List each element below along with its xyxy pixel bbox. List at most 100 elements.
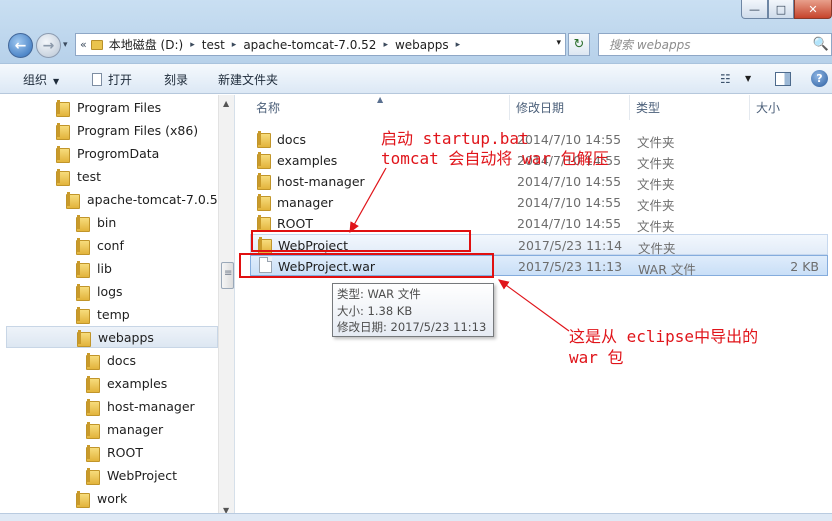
column-divider[interactable] bbox=[749, 95, 750, 120]
tree-item[interactable]: webapps bbox=[6, 326, 218, 348]
tree-item[interactable]: bin bbox=[76, 211, 116, 233]
file-type: 文件夹 bbox=[637, 156, 675, 171]
tree-item[interactable]: test bbox=[56, 165, 101, 187]
column-divider[interactable] bbox=[629, 95, 630, 120]
view-options-icon[interactable]: ☷ bbox=[720, 72, 731, 86]
tree-item[interactable]: Program Files (x86) bbox=[56, 119, 198, 141]
tree-item[interactable]: temp bbox=[76, 303, 130, 325]
file-info-tooltip: 类型: WAR 文件 大小: 1.38 KB 修改日期: 2017/5/23 1… bbox=[332, 283, 494, 337]
folder-icon bbox=[76, 283, 90, 301]
file-row[interactable]: docs 2014/7/10 14:55 文件夹 bbox=[250, 129, 828, 150]
folder-icon bbox=[76, 490, 90, 508]
tree-item[interactable]: lib bbox=[76, 257, 112, 279]
tree-item-label: webapps bbox=[98, 329, 154, 345]
folder-icon bbox=[86, 421, 100, 439]
address-bar[interactable]: « 本地磁盘 (D:) ▸ test ▸ apache-tomcat-7.0.5… bbox=[75, 33, 566, 56]
breadcrumb-test[interactable]: test bbox=[202, 38, 225, 52]
window-chrome: — □ ✕ ← → ▾ « 本地磁盘 (D:) ▸ test ▸ apache-… bbox=[0, 0, 832, 64]
file-date: 2017/5/23 11:13 bbox=[518, 259, 623, 274]
column-header-date[interactable]: 修改日期 bbox=[516, 95, 564, 120]
search-icon[interactable]: 🔍 bbox=[813, 37, 829, 52]
annotation-startup-line1: 启动 startup.bat bbox=[381, 129, 529, 148]
command-toolbar: 组织 ▼ 打开 刻录 新建文件夹 ☷ ▼ ? bbox=[0, 64, 832, 94]
recent-pages-dropdown[interactable]: ▾ bbox=[63, 40, 68, 50]
tree-item[interactable]: Program Files bbox=[56, 96, 161, 118]
file-row[interactable]: manager 2014/7/10 14:55 文件夹 bbox=[250, 192, 828, 213]
open-button[interactable]: 打开 bbox=[92, 71, 132, 88]
tree-item[interactable]: host-manager bbox=[86, 395, 195, 417]
tree-item-label: manager bbox=[107, 421, 164, 437]
address-dropdown-icon[interactable]: ▾ bbox=[556, 38, 561, 48]
folder-icon bbox=[257, 215, 271, 232]
file-date: 2014/7/10 14:55 bbox=[517, 174, 622, 189]
folder-icon bbox=[86, 352, 100, 370]
file-name: host-manager bbox=[277, 174, 365, 189]
address-overflow-icon[interactable]: « bbox=[80, 38, 87, 51]
annotation-war-line1: 这是从 eclipse中导出的 bbox=[569, 327, 759, 346]
organize-label: 组织 bbox=[23, 73, 48, 87]
tree-item-label: lib bbox=[97, 260, 112, 276]
column-header-type[interactable]: 类型 bbox=[636, 95, 660, 120]
navigation-scrollbar[interactable]: ▲ ▼ bbox=[218, 95, 234, 521]
tree-item[interactable]: conf bbox=[76, 234, 124, 256]
tree-item-label: temp bbox=[97, 306, 130, 322]
scroll-up-icon[interactable]: ▲ bbox=[223, 99, 229, 108]
preview-pane-icon[interactable] bbox=[775, 72, 791, 86]
maximize-button[interactable]: □ bbox=[768, 0, 794, 19]
forward-button[interactable]: → bbox=[36, 33, 61, 58]
tree-item[interactable]: ROOT bbox=[86, 441, 143, 463]
folder-icon bbox=[76, 306, 90, 324]
file-row[interactable]: host-manager 2014/7/10 14:55 文件夹 bbox=[250, 171, 828, 192]
tree-item[interactable]: docs bbox=[86, 349, 136, 371]
folder-icon bbox=[56, 145, 70, 163]
tree-item-label: WebProject bbox=[107, 467, 178, 483]
tree-item[interactable]: work bbox=[76, 487, 127, 509]
status-bar bbox=[0, 513, 832, 521]
back-button[interactable]: ← bbox=[8, 33, 33, 58]
breadcrumb-webapps[interactable]: webapps bbox=[395, 38, 449, 52]
search-input[interactable]: 搜索 webapps 🔍 bbox=[598, 33, 832, 56]
folder-icon bbox=[257, 173, 271, 190]
chevron-down-icon: ▼ bbox=[53, 77, 60, 86]
help-icon[interactable]: ? bbox=[811, 70, 828, 87]
tree-item-label: logs bbox=[97, 283, 123, 299]
tree-item[interactable]: manager bbox=[86, 418, 163, 440]
tree-item[interactable]: examples bbox=[86, 372, 167, 394]
tree-item[interactable]: ProgromData bbox=[56, 142, 159, 164]
breadcrumb-tomcat[interactable]: apache-tomcat-7.0.52 bbox=[243, 38, 376, 52]
breadcrumb-separator-icon[interactable]: ▸ bbox=[456, 40, 461, 50]
refresh-button[interactable]: ↻ bbox=[568, 33, 590, 56]
breadcrumb-drive[interactable]: 本地磁盘 (D:) bbox=[109, 36, 183, 53]
tree-item[interactable]: WebProject bbox=[86, 464, 177, 486]
highlight-box-war-file bbox=[239, 253, 494, 278]
tree-item-label: Program Files bbox=[77, 99, 162, 115]
organize-button[interactable]: 组织 ▼ bbox=[23, 71, 59, 88]
annotation-startup-line2: tomcat 会自动将 war 包解压 bbox=[381, 149, 609, 168]
new-folder-button[interactable]: 新建文件夹 bbox=[218, 71, 278, 88]
breadcrumb-separator-icon[interactable]: ▸ bbox=[190, 40, 195, 50]
chevron-down-icon[interactable]: ▼ bbox=[745, 74, 751, 83]
breadcrumb-separator-icon[interactable]: ▸ bbox=[232, 40, 237, 50]
minimize-button[interactable]: — bbox=[741, 0, 768, 19]
folder-icon bbox=[86, 398, 100, 416]
search-placeholder: 搜索 webapps bbox=[609, 38, 691, 52]
column-header-size[interactable]: 大小 bbox=[756, 95, 780, 120]
breadcrumb-separator-icon[interactable]: ▸ bbox=[383, 40, 388, 50]
scrollbar-thumb[interactable] bbox=[221, 262, 234, 289]
folder-icon bbox=[56, 122, 70, 140]
burn-button[interactable]: 刻录 bbox=[164, 71, 188, 88]
tree-item[interactable]: logs bbox=[76, 280, 123, 302]
tooltip-modified: 修改日期: 2017/5/23 11:13 bbox=[337, 320, 487, 334]
annotation-war-line2: war 包 bbox=[569, 348, 624, 367]
folder-icon bbox=[76, 237, 90, 255]
column-divider[interactable] bbox=[509, 95, 510, 120]
tree-item[interactable]: apache-tomcat-7.0.52 bbox=[66, 188, 226, 210]
open-label: 打开 bbox=[108, 73, 133, 87]
tree-item-label: ProgromData bbox=[77, 145, 160, 161]
folder-icon bbox=[86, 375, 100, 393]
column-header-name[interactable]: 名称 bbox=[256, 95, 280, 120]
folder-icon bbox=[66, 191, 80, 209]
close-button[interactable]: ✕ bbox=[794, 0, 832, 19]
file-name: docs bbox=[277, 132, 306, 147]
folder-icon bbox=[76, 214, 90, 232]
